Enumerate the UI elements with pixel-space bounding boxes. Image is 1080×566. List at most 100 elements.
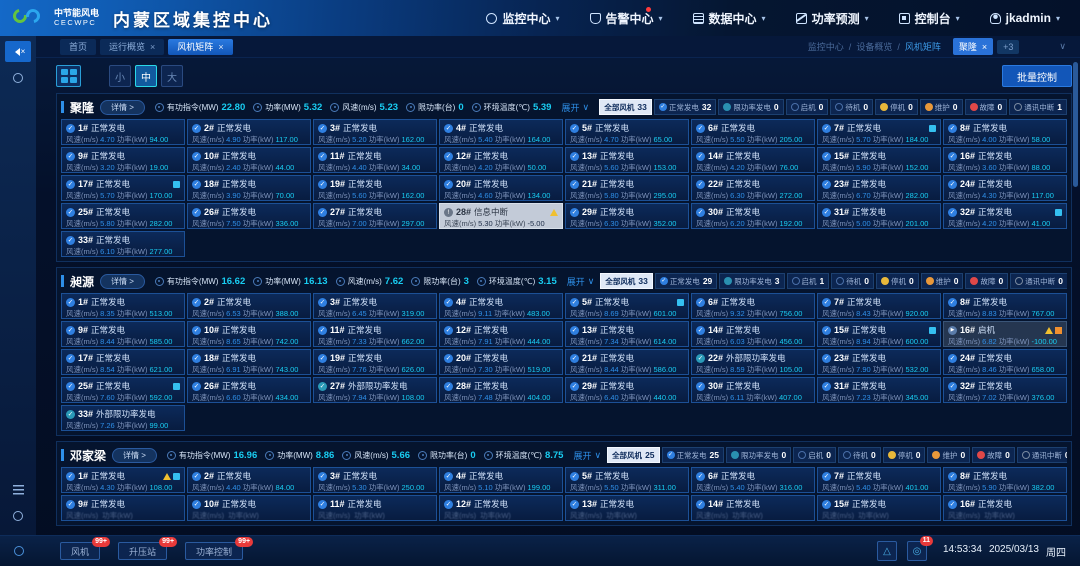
alarm-bell-icon[interactable]: ◎ 11 <box>907 541 927 561</box>
status-ring-icon[interactable] <box>14 546 24 556</box>
turbine-card[interactable]: ✓21#正常发电风速(m/s)8.44功率(kW)586.00 <box>565 349 689 375</box>
status-badge-start[interactable]: 启机0 <box>793 447 836 463</box>
status-badge-stop[interactable]: 停机0 <box>875 99 918 115</box>
turbine-card[interactable]: ✓16#正常发电风速(m/s)3.60功率(kW)88.00 <box>943 147 1067 173</box>
expand-link[interactable]: 展开∨ <box>567 275 595 288</box>
turbine-card[interactable]: ✓31#正常发电风速(m/s)7.23功率(kW)345.00 <box>817 377 941 403</box>
turbine-card[interactable]: ✓32#正常发电风速(m/s)4.20功率(kW)41.00 <box>943 203 1067 229</box>
breadcrumb-part[interactable]: 设备概览 <box>856 40 892 53</box>
turbine-card[interactable]: ✓12#正常发电风速(m/s)7.91功率(kW)444.00 <box>439 321 563 347</box>
turbine-card[interactable]: ✓11#正常发电风速(m/s)4.40功率(kW)34.00 <box>313 147 437 173</box>
close-icon[interactable]: × <box>218 42 223 52</box>
turbine-card[interactable]: ✓20#正常发电风速(m/s)4.60功率(kW)134.00 <box>439 175 563 201</box>
status-badge-standby[interactable]: 待机0 <box>830 99 873 115</box>
turbine-card[interactable]: ✓19#正常发电风速(m/s)5.60功率(kW)162.00 <box>313 175 437 201</box>
turbine-card[interactable]: !28#信息中断风速(m/s)5.30功率(kW)-5.00 <box>439 203 563 229</box>
status-badge-all[interactable]: 全部风机33 <box>600 273 652 289</box>
turbine-card[interactable]: ✓15#正常发电风速(m/s)5.90功率(kW)152.00 <box>817 147 941 173</box>
tab-0[interactable]: 首页 <box>60 39 96 55</box>
status-badge-limit[interactable]: 限功率发电0 <box>718 99 783 115</box>
turbine-card[interactable]: ✓25#正常发电风速(m/s)7.60功率(kW)592.00 <box>61 377 185 403</box>
turbine-card[interactable]: ✓7#正常发电风速(m/s)8.43功率(kW)920.00 <box>817 293 941 319</box>
turbine-card[interactable]: ✓4#正常发电风速(m/s)5.40功率(kW)164.00 <box>439 119 563 145</box>
turbine-card[interactable]: ✓14#正常发电风速(m/s)4.20功率(kW)76.00 <box>691 147 815 173</box>
record-icon[interactable] <box>5 67 31 88</box>
turbine-card[interactable]: ✓25#正常发电风速(m/s)5.80功率(kW)282.00 <box>61 203 185 229</box>
history-icon[interactable] <box>5 505 31 526</box>
turbine-card[interactable]: ✓11#正常发电风速(m/s)功率(kW) <box>313 495 437 521</box>
turbine-card[interactable]: ✓13#正常发电风速(m/s)7.34功率(kW)614.00 <box>565 321 689 347</box>
bottom-tab-0[interactable]: 风机99+ <box>60 542 100 560</box>
turbine-card[interactable]: ✓24#正常发电风速(m/s)4.30功率(kW)117.00 <box>943 175 1067 201</box>
turbine-card[interactable]: ✓10#正常发电风速(m/s)2.40功率(kW)44.00 <box>187 147 311 173</box>
turbine-card[interactable]: ✓17#正常发电风速(m/s)5.70功率(kW)170.00 <box>61 175 185 201</box>
turbine-card[interactable]: ✓20#正常发电风速(m/s)7.30功率(kW)519.00 <box>439 349 563 375</box>
turbine-card[interactable]: ✓10#正常发电风速(m/s)功率(kW) <box>187 495 311 521</box>
status-badge-maintain[interactable]: 维护0 <box>920 99 963 115</box>
status-badge-all[interactable]: 全部风机25 <box>607 447 659 463</box>
turbine-card[interactable]: ✓5#正常发电风速(m/s)4.70功率(kW)65.00 <box>565 119 689 145</box>
turbine-card[interactable]: ✓2#正常发电风速(m/s)6.53功率(kW)388.00 <box>187 293 311 319</box>
expand-link[interactable]: 展开∨ <box>561 101 589 114</box>
turbine-card[interactable]: ✓16#正常发电风速(m/s)功率(kW) <box>943 495 1067 521</box>
turbine-card[interactable]: ✓22#正常发电风速(m/s)6.30功率(kW)272.00 <box>691 175 815 201</box>
tab-2[interactable]: 风机矩阵× <box>168 39 232 55</box>
status-badge-standby[interactable]: 待机0 <box>831 273 874 289</box>
turbine-card[interactable]: ✓18#正常发电风速(m/s)3.90功率(kW)70.00 <box>187 175 311 201</box>
turbine-card[interactable]: ✓6#正常发电风速(m/s)9.32功率(kW)756.00 <box>691 293 815 319</box>
mute-icon[interactable]: × <box>5 41 31 62</box>
turbine-card[interactable]: ✓27#外部限功率发电风速(m/s)7.94功率(kW)108.00 <box>313 377 437 403</box>
turbine-card[interactable]: ✓2#正常发电风速(m/s)4.90功率(kW)117.00 <box>187 119 311 145</box>
turbine-card[interactable]: ✓8#正常发电风速(m/s)5.90功率(kW)382.00 <box>943 467 1067 493</box>
close-icon[interactable]: × <box>982 42 987 52</box>
nav-item-2[interactable]: 数据中心▾ <box>693 10 766 27</box>
turbine-card[interactable]: ✓9#正常发电风速(m/s)3.20功率(kW)19.00 <box>61 147 185 173</box>
turbine-card[interactable]: ✓28#正常发电风速(m/s)7.48功率(kW)404.00 <box>439 377 563 403</box>
turbine-card[interactable]: ✓8#正常发电风速(m/s)4.00功率(kW)58.00 <box>943 119 1067 145</box>
turbine-card[interactable]: ✓1#正常发电风速(m/s)4.30功率(kW)108.00 <box>61 467 185 493</box>
turbine-card[interactable]: ✓7#正常发电风速(m/s)5.40功率(kW)401.00 <box>817 467 941 493</box>
nav-item-4[interactable]: 控制台▾ <box>899 10 960 27</box>
status-badge-maintain[interactable]: 维护0 <box>921 273 964 289</box>
turbine-card[interactable]: ✓29#正常发电风速(m/s)6.30功率(kW)352.00 <box>565 203 689 229</box>
turbine-card[interactable]: ✓3#正常发电风速(m/s)5.30功率(kW)250.00 <box>313 467 437 493</box>
bottom-tab-1[interactable]: 升压站99+ <box>118 542 167 560</box>
turbine-card[interactable]: ✓5#正常发电风速(m/s)5.50功率(kW)311.00 <box>565 467 689 493</box>
turbine-card[interactable]: ✓33#正常发电风速(m/s)6.10功率(kW)277.00 <box>61 231 185 257</box>
station-detail-button[interactable]: 详情 > <box>100 274 145 289</box>
status-badge-standby[interactable]: 待机0 <box>838 447 881 463</box>
turbine-card[interactable]: ✓6#正常发电风速(m/s)5.40功率(kW)316.00 <box>691 467 815 493</box>
list-icon[interactable] <box>5 479 31 500</box>
turbine-card[interactable]: ✓22#外部限功率发电风速(m/s)8.59功率(kW)105.00 <box>691 349 815 375</box>
turbine-card[interactable]: ✓3#正常发电风速(m/s)6.45功率(kW)319.00 <box>313 293 437 319</box>
turbine-card[interactable]: ✓8#正常发电风速(m/s)8.83功率(kW)767.00 <box>943 293 1067 319</box>
status-badge-normal[interactable]: ✓正常发电25 <box>662 447 724 463</box>
turbine-card[interactable]: ✓11#正常发电风速(m/s)7.33功率(kW)662.00 <box>313 321 437 347</box>
chevron-down-icon[interactable]: ∨ <box>1059 41 1066 52</box>
nav-item-5[interactable]: jkadmin▾ <box>990 11 1060 25</box>
turbine-card[interactable]: ✓12#正常发电风速(m/s)4.20功率(kW)50.00 <box>439 147 563 173</box>
station-filter-tag[interactable]: 聚隆 × <box>953 38 993 55</box>
size-button-1[interactable]: 中 <box>135 65 157 87</box>
turbine-card[interactable]: ✓4#正常发电风速(m/s)5.10功率(kW)199.00 <box>439 467 563 493</box>
filter-more-tag[interactable]: +3 <box>997 40 1019 54</box>
nav-item-0[interactable]: 监控中心▾ <box>486 10 559 27</box>
turbine-card[interactable]: ✓19#正常发电风速(m/s)7.76功率(kW)626.00 <box>313 349 437 375</box>
turbine-card[interactable]: ✓32#正常发电风速(m/s)7.02功率(kW)376.00 <box>943 377 1067 403</box>
expand-link[interactable]: 展开∨ <box>573 449 601 462</box>
tab-1[interactable]: 运行概览× <box>100 39 164 55</box>
turbine-card[interactable]: ✓6#正常发电风速(m/s)5.50功率(kW)205.00 <box>691 119 815 145</box>
turbine-card[interactable]: ✓4#正常发电风速(m/s)9.11功率(kW)483.00 <box>439 293 563 319</box>
turbine-card[interactable]: ✓24#正常发电风速(m/s)8.46功率(kW)658.00 <box>943 349 1067 375</box>
turbine-card[interactable]: ✓9#正常发电风速(m/s)功率(kW) <box>61 495 185 521</box>
status-badge-start[interactable]: 启机0 <box>786 99 829 115</box>
turbine-card[interactable]: ✓3#正常发电风速(m/s)5.20功率(kW)162.00 <box>313 119 437 145</box>
turbine-card[interactable]: ✓14#正常发电风速(m/s)功率(kW) <box>691 495 815 521</box>
turbine-card[interactable]: ✓23#正常发电风速(m/s)7.90功率(kW)532.00 <box>817 349 941 375</box>
status-badge-normal[interactable]: ✓正常发电29 <box>655 273 717 289</box>
status-badge-fault[interactable]: 故障0 <box>972 447 1015 463</box>
turbine-card[interactable]: ✓7#正常发电风速(m/s)5.70功率(kW)184.00 <box>817 119 941 145</box>
turbine-card[interactable]: ✓18#正常发电风速(m/s)6.91功率(kW)743.00 <box>187 349 311 375</box>
turbine-card[interactable]: ✓9#正常发电风速(m/s)8.44功率(kW)585.00 <box>61 321 185 347</box>
close-icon[interactable]: × <box>150 42 155 52</box>
